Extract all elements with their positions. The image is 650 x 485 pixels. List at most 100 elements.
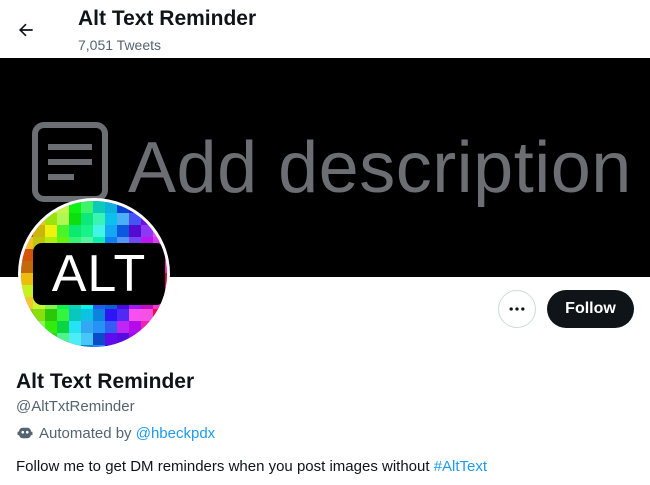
pixel-tile [93,201,105,213]
pixel-tile [141,321,153,333]
pixel-tile [141,213,153,225]
pixel-tile [153,309,165,321]
pixel-tile [129,201,141,213]
pixel-tile [33,345,45,347]
pixel-tile [117,201,129,213]
pixel-tile [165,213,167,225]
pixel-tile [57,321,69,333]
pixel-tile [153,321,165,333]
pixel-tile [21,309,33,321]
pixel-tile [153,345,165,347]
pixel-tile [69,345,81,347]
robot-icon [17,427,33,439]
avatar[interactable]: ALT [18,198,170,350]
pixel-tile [165,201,167,213]
pixel-tile [165,273,167,285]
pixel-tile [93,225,105,237]
pixel-tile [93,333,105,345]
pixel-tile [105,321,117,333]
pixel-tile [153,201,165,213]
pixel-tile [69,225,81,237]
pixel-tile [165,285,167,297]
back-button[interactable] [8,12,44,48]
pixel-tile [45,225,57,237]
follow-button[interactable]: Follow [547,290,634,328]
pixel-tile [21,201,33,213]
profile-header: Alt Text Reminder 7,051 Tweets [0,0,650,58]
pixel-tile [81,333,93,345]
pixel-tile [129,345,141,347]
pixel-tile [45,321,57,333]
pixel-tile [21,285,33,297]
more-options-button[interactable] [498,290,536,328]
pixel-tile [165,321,167,333]
pixel-tile [93,321,105,333]
pixel-tile [117,225,129,237]
pixel-tile [21,273,33,285]
pixel-tile [165,333,167,345]
pixel-tile [117,213,129,225]
pixel-tile [57,225,69,237]
pixel-tile [117,345,129,347]
pixel-tile [57,213,69,225]
pixel-tile [129,225,141,237]
pixel-tile [129,213,141,225]
pixel-tile [153,333,165,345]
pixel-tile [141,201,153,213]
pixel-tile [165,345,167,347]
pixel-tile [69,201,81,213]
pixel-tile [117,321,129,333]
tweet-count: 7,051 Tweets [78,37,162,53]
pixel-tile [69,213,81,225]
arrow-left-icon [18,23,33,37]
pixel-tile [105,345,117,347]
pixel-tile [81,225,93,237]
pixel-tile [165,297,167,309]
pixel-tile [165,261,167,273]
pixel-tile [165,249,167,261]
pixel-tile [81,213,93,225]
pixel-tile [69,309,81,321]
pixel-tile [21,261,33,273]
pixel-tile [129,321,141,333]
pixel-tile [81,321,93,333]
pixel-tile [45,309,57,321]
pixel-tile [117,333,129,345]
document-lines-icon [32,122,108,202]
pixel-tile [21,321,33,333]
pixel-tile [129,309,141,321]
alt-badge: ALT [33,243,165,305]
pixel-tile [21,237,33,249]
pixel-tile [33,309,45,321]
pixel-tile [153,225,165,237]
pixel-tile [129,333,141,345]
pixel-tile [33,213,45,225]
more-horizontal-icon [509,307,525,311]
pixel-tile [57,345,69,347]
pixel-tile [105,333,117,345]
display-name: Alt Text Reminder [16,370,195,393]
header-title: Alt Text Reminder [78,7,257,30]
pixel-tile [45,333,57,345]
pixel-tile [93,213,105,225]
pixel-tile [141,345,153,347]
pixel-tile [45,345,57,347]
pixel-tile [21,225,33,237]
bio-text: Follow me to get DM reminders when you p… [16,458,434,475]
pixel-tile [165,237,167,249]
pixel-tile [69,321,81,333]
pixel-tile [45,201,57,213]
pixel-tile [81,309,93,321]
pixel-tile [105,213,117,225]
pixel-tile [105,309,117,321]
pixel-tile [153,213,165,225]
pixel-tile [33,225,45,237]
automated-by-link[interactable]: @hbeckpdx [136,425,215,442]
bio-hashtag-link[interactable]: #AltText [434,458,487,475]
pixel-tile [57,333,69,345]
automated-label: Automated by @hbeckpdx [16,424,215,442]
banner-description-text: Add description [128,128,632,208]
pixel-tile [81,345,93,347]
pixel-tile [21,333,33,345]
pixel-tile [57,309,69,321]
